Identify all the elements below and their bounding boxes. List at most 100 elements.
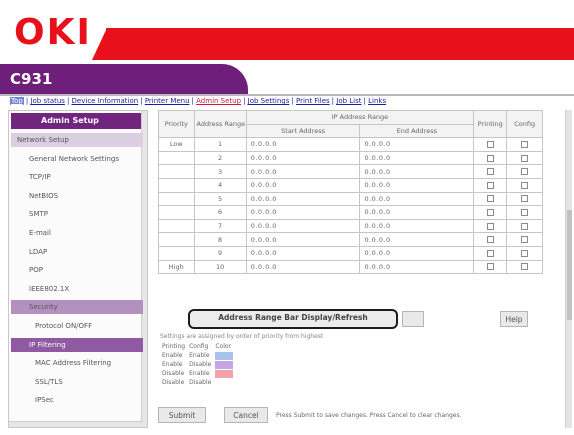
printing-checkbox[interactable]	[486, 140, 494, 148]
end-address-field[interactable]: 0.0.0.0	[359, 259, 475, 275]
sidebar-item-security[interactable]: Security	[11, 300, 143, 315]
legend-config: Disable	[189, 361, 212, 368]
start-address-field[interactable]: 0.0.0.0	[245, 164, 361, 179]
start-address-field[interactable]: 0.0.0.0	[245, 150, 361, 166]
start-address-field[interactable]: 0.0.0.0	[245, 191, 361, 207]
printing-checkbox[interactable]	[486, 208, 494, 216]
sidebar-item-ldap[interactable]: LDAP	[11, 245, 143, 259]
end-address-field[interactable]: 0.0.0.0	[359, 218, 475, 234]
start-address-field[interactable]: 0.0.0.0	[245, 259, 361, 275]
start-address-field[interactable]: 0.0.0.0	[245, 218, 361, 234]
config-checkbox[interactable]	[521, 236, 529, 244]
sidebar: Admin Setup Network Setup General Network…	[8, 110, 148, 428]
end-address-field[interactable]: 0.0.0.0	[359, 137, 475, 152]
start-address-field[interactable]: 0.0.0.0	[245, 205, 361, 220]
cell-config	[506, 137, 543, 152]
end-address-field[interactable]: 0.0.0.0	[359, 232, 475, 247]
address-range-display-button[interactable]: Address Range Bar Display/Refresh	[188, 309, 398, 329]
sidebar-item-general-network-settings[interactable]: General Network Settings	[11, 152, 143, 166]
nav-link-links[interactable]: Links	[368, 97, 386, 105]
config-checkbox[interactable]	[521, 181, 529, 189]
submit-button[interactable]: Submit	[158, 407, 206, 423]
sidebar-title[interactable]: Admin Setup	[11, 113, 143, 129]
legend-color-swatch	[215, 351, 234, 360]
end-address-field[interactable]: 0.0.0.0	[359, 164, 475, 179]
sidebar-item-mac-address-filtering[interactable]: MAC Address Filtering	[11, 356, 143, 370]
cell-range-no: 3	[193, 164, 247, 179]
start-address-field[interactable]: 0.0.0.0	[245, 177, 361, 193]
printing-checkbox[interactable]	[486, 195, 494, 203]
table-row: High 10 0.0.0.0 0.0.0.0	[158, 259, 543, 275]
table-row: 2 0.0.0.0 0.0.0.0	[158, 150, 543, 166]
model-name: C931	[10, 70, 53, 88]
sidebar-item-pop[interactable]: POP	[11, 263, 143, 277]
start-address-field[interactable]: 0.0.0.0	[245, 137, 361, 152]
sidebar-item-protocol-on-off[interactable]: Protocol ON/OFF	[11, 319, 143, 333]
sidebar-item-ieee802-1x[interactable]: IEEE802.1X	[11, 282, 143, 296]
printing-checkbox[interactable]	[486, 263, 494, 271]
config-checkbox[interactable]	[521, 222, 529, 230]
sidebar-item-ipsec[interactable]: IPSec	[11, 393, 143, 407]
config-checkbox[interactable]	[521, 249, 529, 257]
header-red-band	[106, 28, 574, 60]
cell-priority	[158, 218, 195, 234]
nav-link-top[interactable]: Top	[10, 97, 24, 105]
end-address-field[interactable]: 0.0.0.0	[359, 245, 475, 261]
sidebar-horizontal-scrollbar[interactable]	[9, 421, 143, 427]
end-address-field[interactable]: 0.0.0.0	[359, 205, 475, 220]
config-checkbox[interactable]	[521, 208, 529, 216]
end-address-field[interactable]: 0.0.0.0	[359, 177, 475, 193]
nav-link-print-files[interactable]: Print Files	[296, 97, 330, 105]
help-button[interactable]: Help	[500, 311, 528, 327]
start-address-field[interactable]: 0.0.0.0	[245, 245, 361, 261]
legend-header-printing: Printing	[162, 343, 186, 350]
cell-priority	[158, 191, 195, 207]
end-address-field[interactable]: 0.0.0.0	[359, 191, 475, 207]
printing-checkbox[interactable]	[486, 249, 494, 257]
config-checkbox[interactable]	[521, 195, 529, 203]
main-vertical-scrollbar[interactable]	[565, 110, 572, 428]
sidebar-item-ssl-tls[interactable]: SSL/TLS	[11, 375, 143, 389]
nav-link-job-list[interactable]: Job List	[336, 97, 361, 105]
printing-checkbox[interactable]	[486, 222, 494, 230]
legend-color-swatch	[215, 379, 233, 387]
oki-logo: OKI	[14, 12, 92, 53]
sidebar-item-tcp-ip[interactable]: TCP/IP	[11, 170, 143, 184]
nav-link-admin-setup[interactable]: Admin Setup	[196, 97, 241, 105]
cell-printing	[473, 191, 508, 207]
legend-swatch-cell	[213, 360, 235, 369]
printing-checkbox[interactable]	[486, 236, 494, 244]
table-row: 5 0.0.0.0 0.0.0.0	[158, 191, 543, 207]
nav-link-job-status[interactable]: Job status	[30, 97, 65, 105]
sidebar-item-netbios[interactable]: NetBIOS	[11, 189, 143, 203]
cell-priority	[158, 177, 195, 193]
cell-config	[506, 150, 543, 166]
cell-printing	[473, 150, 508, 166]
table-row: 8 0.0.0.0 0.0.0.0	[158, 232, 543, 247]
sidebar-item-smtp[interactable]: SMTP	[11, 207, 143, 221]
nav-link-printer-menu[interactable]: Printer Menu	[145, 97, 190, 105]
scrollbar-thumb[interactable]	[567, 210, 572, 320]
cell-range-no: 5	[193, 191, 247, 207]
start-address-field[interactable]: 0.0.0.0	[245, 232, 361, 247]
blank-button[interactable]	[402, 311, 424, 327]
nav-link-device-information[interactable]: Device Information	[72, 97, 139, 105]
sidebar-item-e-mail[interactable]: E-mail	[11, 226, 143, 240]
nav-link-job-settings[interactable]: Job Settings	[248, 97, 290, 105]
printing-checkbox[interactable]	[486, 168, 494, 176]
printing-checkbox[interactable]	[486, 154, 494, 162]
cancel-button[interactable]: Cancel	[224, 407, 268, 423]
col-range-no: Address Range No.	[193, 109, 247, 139]
sidebar-item-network-setup[interactable]: Network Setup	[11, 133, 143, 147]
page-header: OKI C931	[0, 0, 574, 100]
config-checkbox[interactable]	[521, 154, 529, 162]
printing-checkbox[interactable]	[486, 181, 494, 189]
config-checkbox[interactable]	[521, 168, 529, 176]
sidebar-item-ip-filtering[interactable]: IP Filtering	[11, 337, 143, 352]
cell-printing	[473, 218, 508, 234]
end-address-field[interactable]: 0.0.0.0	[359, 150, 475, 166]
main-content: Priority Address Range No. IP Address Ra…	[150, 109, 564, 428]
config-checkbox[interactable]	[521, 263, 529, 271]
config-checkbox[interactable]	[521, 140, 529, 148]
cell-config	[506, 232, 543, 247]
